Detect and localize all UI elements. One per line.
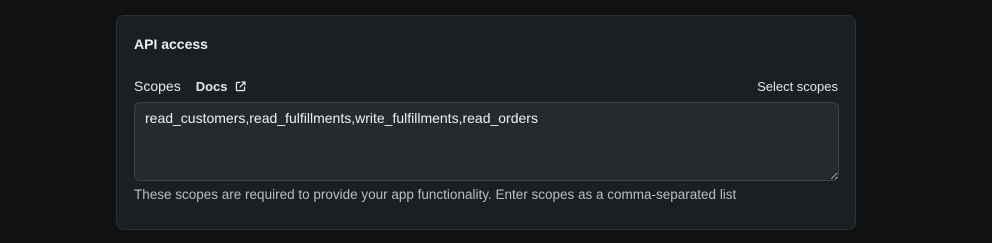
scopes-helper-text: These scopes are required to provide you…: [134, 187, 737, 202]
external-link-icon: [235, 80, 246, 91]
scopes-label: Scopes: [134, 78, 181, 94]
api-access-card: API access Scopes Docs Select scopes The…: [116, 15, 856, 230]
docs-link[interactable]: Docs: [196, 79, 247, 94]
scopes-header-row: Scopes Docs Select scopes: [134, 77, 838, 95]
select-scopes-button[interactable]: Select scopes: [757, 79, 838, 94]
scopes-input[interactable]: [134, 102, 839, 181]
docs-link-label: Docs: [195, 78, 228, 94]
card-title: API access: [134, 36, 208, 52]
